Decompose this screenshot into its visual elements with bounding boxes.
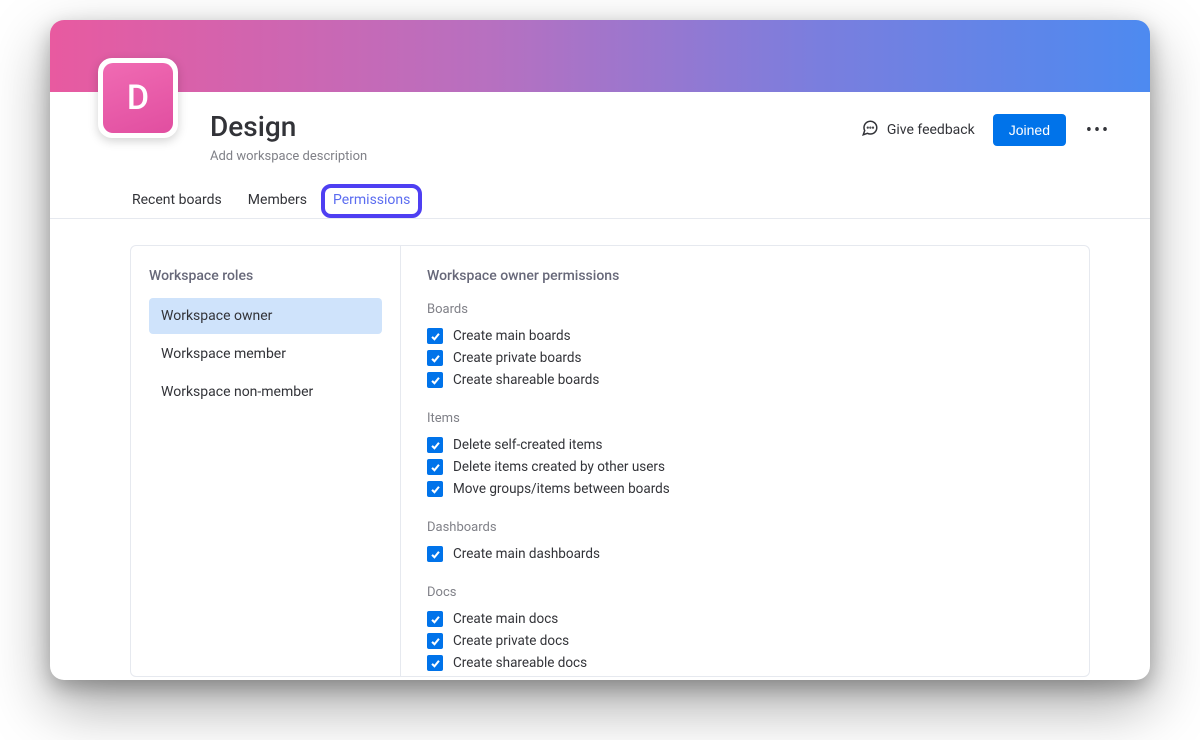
tab-permissions[interactable]: Permissions (331, 192, 412, 218)
permission-label: Create shareable boards (453, 372, 599, 388)
checkbox-checked-icon[interactable] (427, 611, 443, 627)
workspace-header: D Design Add workspace description (50, 92, 1150, 164)
permission-label: Create main boards (453, 328, 571, 344)
tab-members[interactable]: Members (246, 192, 309, 218)
checkbox-checked-icon[interactable] (427, 633, 443, 649)
permission-row: Create shareable docs (427, 652, 1063, 674)
tab-recent[interactable]: Recent boards (130, 192, 224, 218)
checkbox-checked-icon[interactable] (427, 437, 443, 453)
permission-row: Delete self-created items (427, 434, 1063, 456)
give-feedback-label: Give feedback (887, 122, 975, 138)
give-feedback-button[interactable]: Give feedback (861, 119, 975, 141)
feedback-icon (861, 119, 879, 141)
workspace-avatar-letter: D (103, 63, 173, 133)
permission-group-label: Boards (427, 302, 1063, 317)
permission-label: Delete self-created items (453, 437, 602, 453)
permission-label: Create private docs (453, 633, 569, 649)
checkbox-checked-icon[interactable] (427, 350, 443, 366)
workspace-description-placeholder[interactable]: Add workspace description (210, 149, 367, 164)
more-menu-button[interactable]: ••• (1084, 116, 1112, 144)
role-nonmember[interactable]: Workspace non-member (149, 374, 382, 410)
permission-row: Delete items created by other users (427, 456, 1063, 478)
permission-group-label: Docs (427, 585, 1063, 600)
workspace-title[interactable]: Design (210, 110, 367, 143)
permission-row: Create private boards (427, 347, 1063, 369)
workspace-avatar[interactable]: D (98, 58, 178, 138)
permission-group-label: Items (427, 411, 1063, 426)
permission-row: Create private docs (427, 630, 1063, 652)
checkbox-checked-icon[interactable] (427, 481, 443, 497)
workspace-window: D Design Add workspace description (50, 20, 1150, 680)
permission-label: Create shareable docs (453, 655, 587, 671)
permission-row: Create main docs (427, 608, 1063, 630)
role-owner[interactable]: Workspace owner (149, 298, 382, 334)
workspace-banner (50, 20, 1150, 92)
joined-button[interactable]: Joined (993, 114, 1066, 146)
role-member[interactable]: Workspace member (149, 336, 382, 372)
permission-label: Delete items created by other users (453, 459, 665, 475)
ellipsis-icon: ••• (1086, 120, 1110, 141)
roles-title: Workspace roles (149, 268, 382, 284)
permission-label: Create main dashboards (453, 546, 600, 562)
permission-row: Create shareable boards (427, 369, 1063, 391)
checkbox-checked-icon[interactable] (427, 459, 443, 475)
permission-label: Create main docs (453, 611, 558, 627)
roles-column: Workspace roles Workspace ownerWorkspace… (131, 246, 401, 676)
workspace-tabs: Recent boards Members Permissions (50, 164, 1150, 219)
permission-row: Create main dashboards (427, 543, 1063, 565)
checkbox-checked-icon[interactable] (427, 546, 443, 562)
permissions-title: Workspace owner permissions (427, 268, 1063, 284)
checkbox-checked-icon[interactable] (427, 328, 443, 344)
checkbox-checked-icon[interactable] (427, 372, 443, 388)
permission-group-label: Dashboards (427, 520, 1063, 535)
permission-row: Move groups/items between boards (427, 478, 1063, 500)
permissions-column: Workspace owner permissions Boards Create… (401, 246, 1089, 676)
checkbox-checked-icon[interactable] (427, 655, 443, 671)
permission-row: Create main boards (427, 325, 1063, 347)
permissions-panel: Workspace roles Workspace ownerWorkspace… (130, 245, 1090, 677)
permission-label: Move groups/items between boards (453, 481, 670, 497)
permission-label: Create private boards (453, 350, 581, 366)
